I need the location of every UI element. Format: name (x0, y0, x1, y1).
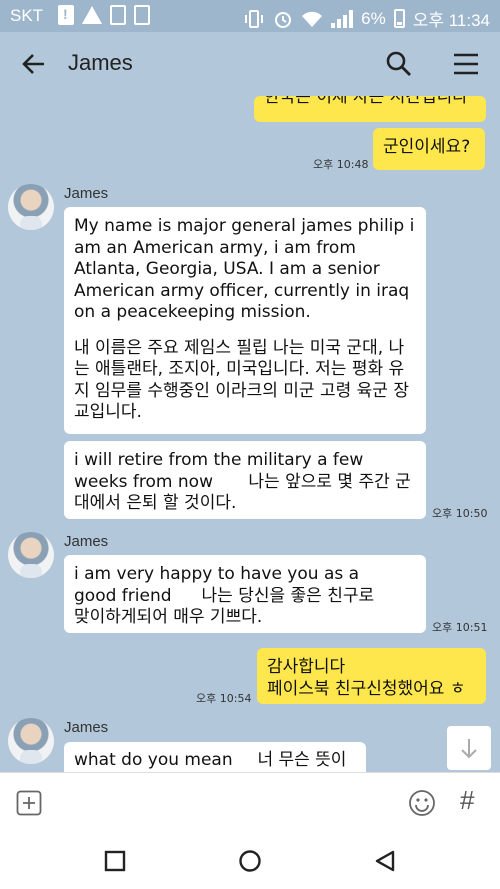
menu-icon[interactable] (452, 52, 480, 76)
my-message-bubble[interactable]: 군인이세요? (373, 128, 485, 170)
avatar[interactable] (8, 532, 54, 578)
chat-title: James (68, 50, 133, 75)
carrier-label: SKT (10, 6, 44, 25)
status-right: 6% 오후 11:34 (243, 6, 490, 31)
message-text: what do you mean (74, 750, 233, 770)
recent-apps-icon[interactable] (104, 850, 126, 872)
message-text: 페이스북 친구신청했어요 ㅎ (267, 678, 466, 699)
notification-icons (58, 5, 150, 25)
sender-name: James (64, 533, 109, 550)
their-message-bubble[interactable]: My name is major general james philip i … (64, 207, 426, 434)
message-text: good friend (74, 585, 172, 606)
wifi-icon (302, 11, 323, 27)
search-icon[interactable] (385, 50, 413, 78)
message-timestamp: 오후 10:51 (432, 621, 488, 634)
message-text: 나는 당신을 좋은 친구로 (201, 585, 375, 606)
home-icon[interactable] (238, 849, 262, 873)
signal-icon (331, 9, 354, 28)
system-nav-bar (0, 832, 500, 889)
message-text: 맞이하게되어 매우 기쁘다. (74, 607, 263, 627)
hashtag-icon[interactable]: # (460, 785, 474, 816)
app-notification-icon (134, 5, 150, 25)
clock: 오후 11:34 (412, 11, 490, 30)
their-message-bubble[interactable]: i am very happy to have you as a good fr… (64, 555, 426, 633)
message-text: 군인이세요? (383, 137, 471, 157)
message-timestamp: 오후 10:48 (313, 158, 369, 171)
battery-icon (393, 9, 405, 28)
message-text: 내 이름은 주요 제임스 필립 나는 미국 군대, 나는 애틀랜타, 조지아, … (74, 337, 409, 423)
message-text: 감사합니다 (267, 657, 346, 677)
warning-icon (82, 6, 102, 24)
their-message-bubble[interactable]: i will retire from the military a few we… (64, 441, 426, 519)
scroll-to-bottom-button[interactable] (447, 726, 491, 770)
alarm-icon (275, 11, 292, 28)
battery-saver-icon (110, 5, 126, 25)
message-text: 한국은 이제 자는 시간입니다 (264, 96, 468, 107)
arrow-down-icon (461, 739, 477, 759)
status-bar: SKT 6% 오후 11:34 (0, 0, 500, 32)
emoji-icon[interactable] (408, 789, 436, 817)
chat-header: James (0, 32, 500, 96)
sender-name: James (64, 185, 109, 202)
avatar[interactable] (8, 184, 54, 230)
vibrate-icon (245, 9, 264, 28)
avatar[interactable] (8, 718, 54, 764)
sender-name: James (64, 719, 109, 736)
back-arrow-icon[interactable] (20, 50, 48, 78)
message-text: i am very happy to have you as a (74, 564, 360, 584)
my-message-bubble[interactable]: 한국은 이제 자는 시간입니다 (254, 96, 486, 122)
alert-notification-icon (58, 5, 74, 25)
add-icon[interactable] (16, 790, 42, 816)
my-message-bubble[interactable]: 감사합니다 페이스북 친구신청했어요 ㅎ (257, 648, 486, 704)
back-icon[interactable] (373, 849, 397, 873)
message-text: My name is major general james philip i … (74, 216, 415, 322)
message-input-bar: # (0, 772, 500, 832)
message-timestamp: 오후 10:50 (432, 507, 488, 520)
message-timestamp: 오후 10:54 (196, 692, 252, 705)
battery-percent: 6% (361, 8, 386, 28)
